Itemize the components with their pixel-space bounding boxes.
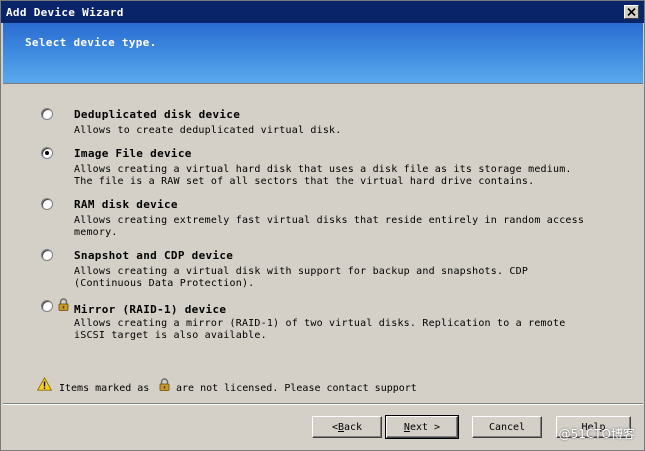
license-note-text-after: are not licensed. Please contact support xyxy=(176,383,417,394)
option-description: Allows creating a virtual disk with supp… xyxy=(74,266,529,289)
license-note-text-before: Items marked as xyxy=(59,383,150,394)
option-description: Allows creating a mirror (RAID-1) of two… xyxy=(74,318,566,341)
title-bar[interactable]: Add Device Wizard xyxy=(1,1,644,23)
radio-mirror-raid1[interactable] xyxy=(41,300,53,312)
license-note: Items marked as are not licensed. Please… xyxy=(37,377,457,394)
window-title: Add Device Wizard xyxy=(6,5,124,19)
wizard-banner: Select device type. xyxy=(3,23,643,84)
option-title: Snapshot and CDP device xyxy=(74,249,234,262)
radio-ram-disk[interactable] xyxy=(41,198,53,210)
radio-image-file[interactable] xyxy=(41,147,53,159)
next-button[interactable]: Next > xyxy=(385,415,459,439)
radio-snapshot-cdp[interactable] xyxy=(41,249,53,261)
option-description: Allows creating a virtual hard disk that… xyxy=(74,164,572,187)
lock-icon xyxy=(159,378,170,391)
option-title: Deduplicated disk device xyxy=(74,108,241,121)
option-title: Mirror (RAID-1) device xyxy=(74,303,227,316)
button-separator xyxy=(3,403,643,405)
back-rest: ack xyxy=(344,421,363,433)
cancel-label: Cancel xyxy=(488,421,526,433)
close-icon xyxy=(627,8,636,16)
watermark-text: @51CTO博客 xyxy=(558,427,635,441)
warning-icon xyxy=(37,377,52,391)
lock-icon xyxy=(58,298,69,311)
back-button[interactable]: < Back xyxy=(312,416,382,438)
option-title: RAM disk device xyxy=(74,198,178,211)
option-title: Image File device xyxy=(74,147,192,160)
option-description: Allows creating extremely fast virtual d… xyxy=(74,215,585,238)
radio-deduplicated[interactable] xyxy=(41,108,53,120)
close-button[interactable] xyxy=(624,5,639,19)
banner-heading: Select device type. xyxy=(25,36,157,49)
option-description: Allows to create deduplicated virtual di… xyxy=(74,125,342,136)
cancel-button[interactable]: Cancel xyxy=(472,416,542,438)
next-rest: ext > xyxy=(409,421,441,433)
add-device-wizard-window: Add Device Wizard Select device type. De… xyxy=(0,0,645,451)
